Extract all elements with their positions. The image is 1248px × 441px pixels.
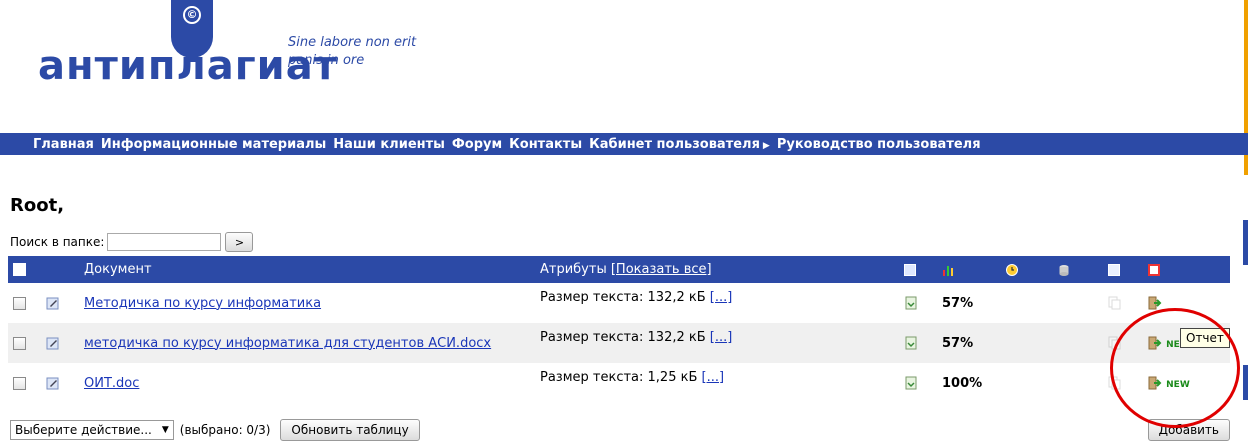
chart-icon[interactable]	[942, 264, 954, 276]
edit-icon[interactable]	[46, 376, 60, 390]
right-side-tab[interactable]	[1243, 365, 1248, 400]
nav-item-forum[interactable]: Форум	[452, 137, 502, 152]
more-attributes-link[interactable]: [...]	[710, 330, 733, 345]
documents-table: Документ Атрибуты [Показать все] Методич…	[8, 256, 1230, 403]
report-icon[interactable]	[1148, 263, 1160, 276]
report-download-icon[interactable]	[1148, 336, 1162, 350]
text-size: Размер текста: 132,2 кБ [...]	[540, 289, 733, 305]
copy-icon[interactable]	[1108, 336, 1122, 350]
right-side-tab[interactable]	[1243, 220, 1248, 265]
search-input[interactable]	[107, 233, 222, 251]
chevron-down-icon: ▼	[161, 425, 169, 435]
column-document[interactable]: Документ	[84, 256, 540, 283]
copyright-icon: ©	[183, 6, 201, 24]
edit-icon[interactable]	[46, 336, 60, 350]
save-icon[interactable]	[904, 263, 916, 276]
document-link[interactable]: методичка по курсу информатика для студе…	[84, 336, 491, 351]
report-download-icon[interactable]	[1148, 296, 1162, 310]
row-checkbox[interactable]	[13, 336, 26, 350]
document-link[interactable]: Методичка по курсу информатика	[84, 296, 321, 311]
action-select[interactable]: Выберите действие... ▼	[10, 420, 174, 440]
main-nav: Главная Информационные материалы Наши кл…	[0, 133, 1248, 155]
text-size: Размер текста: 132,2 кБ [...]	[540, 329, 733, 345]
row-checkbox[interactable]	[13, 376, 26, 390]
table-row: методичка по курсу информатика для студе…	[8, 323, 1230, 363]
new-badge: NEW	[1166, 379, 1190, 390]
nav-item-manual[interactable]: Руководство пользователя	[777, 137, 981, 152]
more-attributes-link[interactable]: [...]	[710, 290, 733, 305]
add-button[interactable]: Добавить	[1147, 419, 1230, 441]
text-size: Размер текста: 1,25 кБ [...]	[540, 369, 725, 385]
search-label: Поиск в папке:	[10, 235, 105, 249]
selected-count: (выбрано: 0/3)	[179, 423, 271, 437]
document-icon[interactable]	[1108, 263, 1120, 276]
copy-icon[interactable]	[1108, 376, 1122, 390]
report-tooltip: Отчет	[1180, 328, 1230, 348]
download-icon[interactable]	[904, 296, 918, 310]
report-download-icon[interactable]	[1148, 376, 1162, 390]
originality-percent: 57%	[942, 295, 974, 311]
submenu-arrow-icon: ▶	[762, 140, 770, 151]
nav-item-home[interactable]: Главная	[33, 137, 94, 152]
originality-percent: 57%	[942, 335, 974, 351]
copy-icon[interactable]	[1108, 296, 1122, 310]
download-icon[interactable]	[904, 336, 918, 350]
select-all-checkbox[interactable]	[13, 263, 26, 276]
nav-item-info[interactable]: Информационные материалы	[101, 137, 326, 152]
database-icon[interactable]	[1058, 264, 1070, 276]
nav-item-cabinet[interactable]: Кабинет пользователя ▶	[589, 137, 770, 152]
table-row: ОИТ.doc Размер текста: 1,25 кБ [...] 100…	[8, 363, 1230, 403]
document-link[interactable]: ОИТ.doc	[84, 376, 139, 391]
column-attributes: Атрибуты [Показать все]	[540, 262, 712, 277]
update-table-button[interactable]: Обновить таблицу	[280, 419, 420, 441]
originality-percent: 100%	[942, 375, 983, 391]
site-logo[interactable]: © антиплагиат Sine labore non erit panis…	[0, 0, 700, 120]
motto: Sine labore non erit panis in ore	[288, 35, 417, 68]
table-header: Документ Атрибуты [Показать все]	[8, 256, 1230, 283]
search-button[interactable]: >	[225, 232, 254, 252]
download-icon[interactable]	[904, 376, 918, 390]
table-row: Методичка по курсу информатика Размер те…	[8, 283, 1230, 323]
clock-icon[interactable]	[1006, 263, 1018, 276]
nav-item-contacts[interactable]: Контакты	[509, 137, 582, 152]
folder-search: Поиск в папке: >	[10, 232, 254, 252]
row-checkbox[interactable]	[13, 296, 26, 310]
edit-icon[interactable]	[46, 296, 60, 310]
nav-item-clients[interactable]: Наши клиенты	[333, 137, 445, 152]
more-attributes-link[interactable]: [...]	[702, 370, 725, 385]
table-footer: Выберите действие... ▼ (выбрано: 0/3) Об…	[10, 419, 1230, 441]
nav-item-cabinet-label: Кабинет пользователя	[589, 136, 760, 152]
show-all-link[interactable]: [Показать все]	[611, 262, 712, 277]
page-title: Root,	[10, 195, 65, 216]
